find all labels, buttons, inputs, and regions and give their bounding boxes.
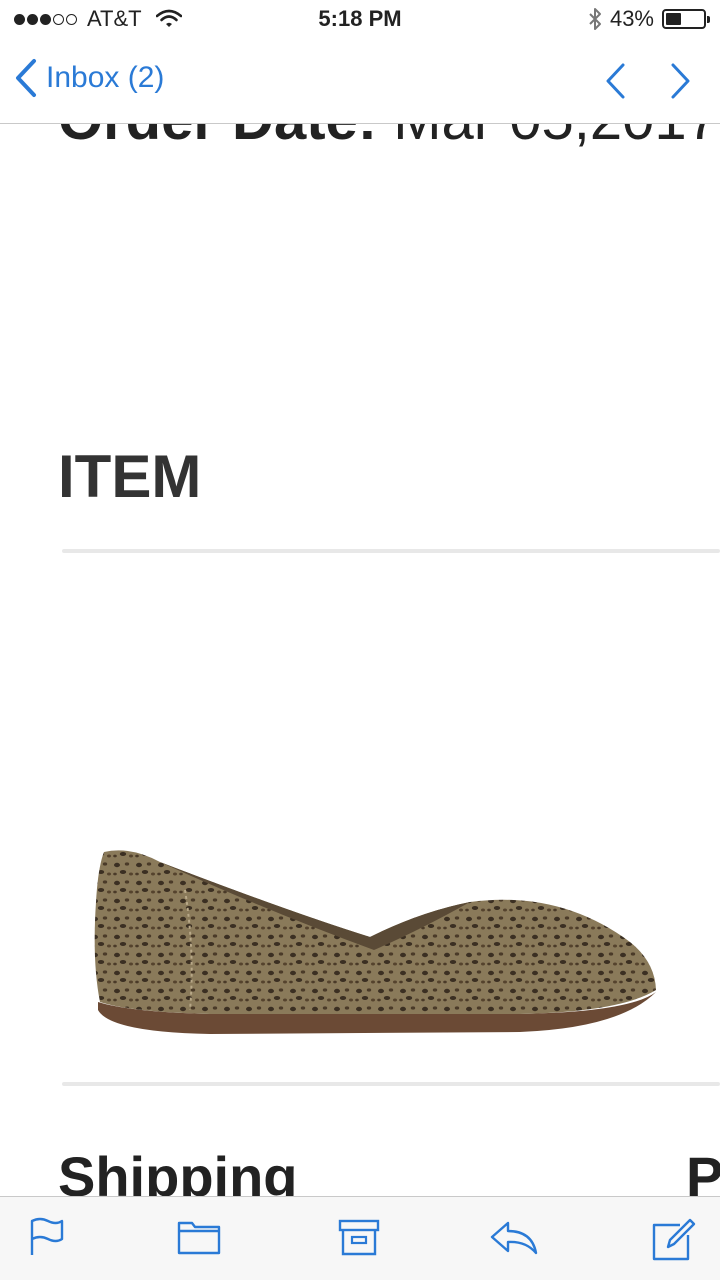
folder-icon[interactable]: [176, 1217, 222, 1257]
previous-message-icon[interactable]: [604, 62, 626, 100]
battery-percent: 43%: [609, 6, 654, 31]
status-bar: AT&T 5:18 PM 43%: [0, 0, 720, 40]
mail-toolbar: [0, 1196, 720, 1280]
product-image-shoe[interactable]: [90, 842, 670, 1042]
flag-icon[interactable]: [28, 1217, 64, 1257]
order-date-label: Order Date:: [58, 124, 377, 152]
chevron-left-icon: [16, 59, 36, 97]
item-heading: ITEM: [58, 443, 202, 510]
divider: [62, 549, 720, 553]
next-message-icon[interactable]: [670, 62, 692, 100]
second-column-heading: P: [686, 1145, 720, 1196]
battery-icon: [662, 9, 710, 29]
back-label: Inbox (2): [46, 61, 165, 94]
compose-icon[interactable]: [650, 1217, 696, 1261]
reply-icon[interactable]: [488, 1217, 540, 1257]
status-right: 43%: [588, 6, 710, 32]
divider: [62, 1082, 720, 1086]
message-navigation: [604, 62, 692, 100]
bluetooth-icon: [589, 8, 601, 30]
battery-level: [666, 13, 681, 25]
back-to-inbox-button[interactable]: Inbox (2): [14, 58, 164, 98]
archive-icon[interactable]: [338, 1217, 380, 1257]
navigation-bar: Inbox (2): [0, 40, 720, 124]
order-date-line: Order Date: Mar 05,2017: [58, 124, 719, 153]
order-date-value: Mar 05,2017: [393, 124, 719, 152]
shipping-heading: Shipping: [58, 1145, 298, 1196]
email-body: Order Date: Mar 05,2017 ITEM Shipping P: [0, 124, 720, 1196]
